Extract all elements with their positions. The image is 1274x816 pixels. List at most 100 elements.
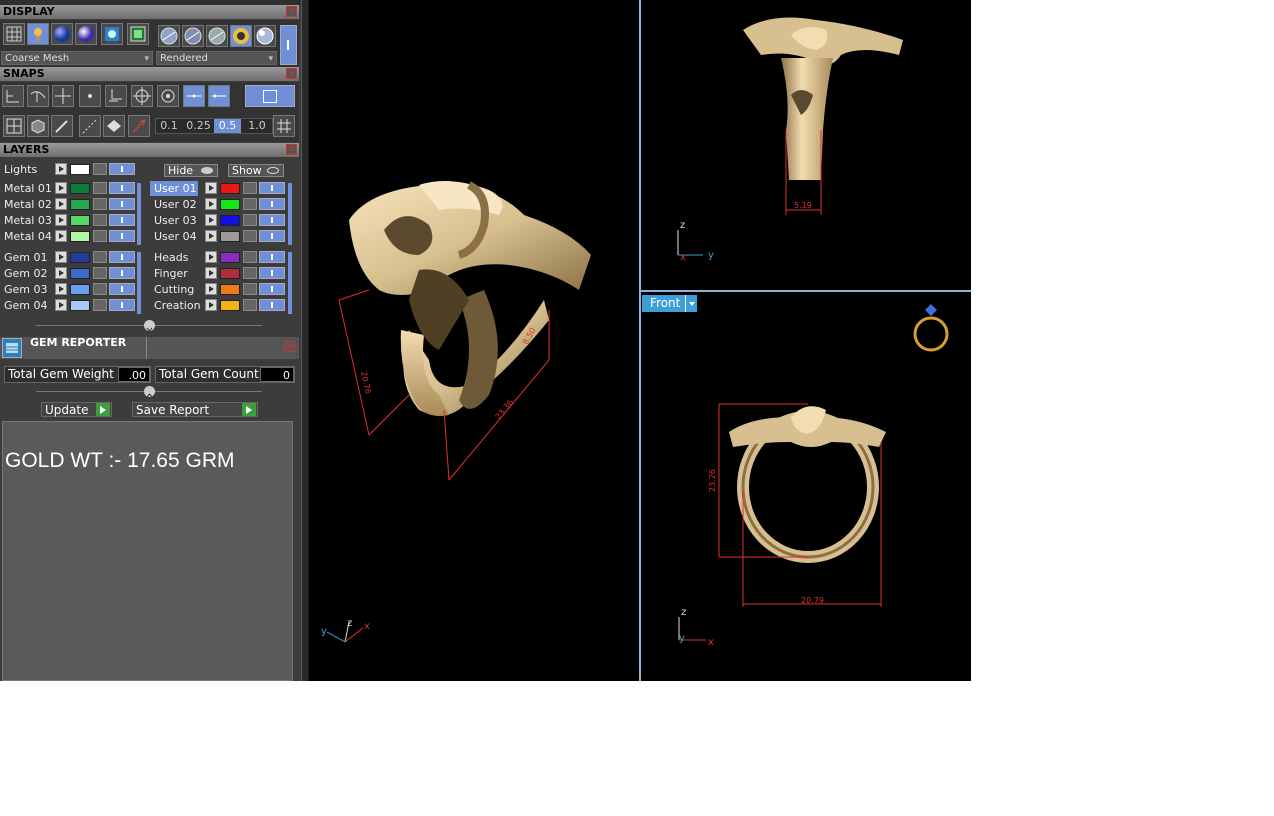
- reflection-sphere-icon[interactable]: [254, 25, 276, 47]
- layer-row[interactable]: User 03: [150, 213, 285, 228]
- mesh-dropdown[interactable]: Coarse Mesh: [1, 51, 153, 66]
- layer-expand-icon[interactable]: [55, 182, 67, 194]
- layer-color-swatch[interactable]: [70, 268, 90, 279]
- layer-row[interactable]: Metal 02: [0, 197, 135, 212]
- front-view-tab[interactable]: Front: [642, 295, 697, 312]
- layer-row[interactable]: Gem 02: [0, 266, 135, 281]
- perspective-viewport[interactable]: 20.76 23.36 8.50 y z x: [309, 0, 639, 681]
- layer-lock-icon[interactable]: [93, 251, 107, 263]
- layer-color-swatch[interactable]: [220, 183, 240, 194]
- cube-icon[interactable]: [27, 115, 49, 137]
- layer-row[interactable]: Gem 01: [0, 250, 135, 265]
- layer-row[interactable]: User 01: [150, 181, 285, 196]
- save-report-button[interactable]: Save Report: [132, 402, 258, 417]
- layer-visibility-toggle[interactable]: [109, 299, 135, 311]
- layer-visibility-toggle[interactable]: [259, 299, 285, 311]
- increment-0-25[interactable]: 0.25: [184, 119, 213, 133]
- render-dropdown[interactable]: Rendered: [156, 51, 277, 66]
- layer-expand-icon[interactable]: [205, 267, 217, 279]
- layer-expand-icon[interactable]: [55, 267, 67, 279]
- snaps-close-icon[interactable]: ✕: [286, 68, 297, 79]
- view-dropdown-chevron-icon[interactable]: [685, 295, 698, 312]
- layer-lock-icon[interactable]: [243, 267, 257, 279]
- layer-color-swatch[interactable]: [220, 252, 240, 263]
- glossy-sphere-icon[interactable]: [75, 23, 97, 45]
- pointer-icon[interactable]: [128, 115, 150, 137]
- layer-color-swatch[interactable]: [220, 199, 240, 210]
- layer-color-swatch[interactable]: [220, 300, 240, 311]
- layer-visibility-toggle[interactable]: [259, 214, 285, 226]
- total-gem-count-value[interactable]: 0: [260, 367, 294, 382]
- layer-color-swatch[interactable]: [220, 231, 240, 242]
- pencil-icon[interactable]: [51, 115, 73, 137]
- layer-expand-icon[interactable]: [205, 198, 217, 210]
- layer-color-swatch[interactable]: [70, 215, 90, 226]
- layer-row[interactable]: Finger: [150, 266, 285, 281]
- layer-lock-icon[interactable]: [93, 198, 107, 210]
- snap-circle-icon[interactable]: [157, 85, 179, 107]
- layer-expand-icon[interactable]: [55, 198, 67, 210]
- layer-lock-icon[interactable]: [243, 182, 257, 194]
- material-sphere-3-icon[interactable]: [206, 25, 228, 47]
- special-scrollbar[interactable]: [288, 252, 292, 314]
- shaded-sphere-icon[interactable]: [51, 23, 73, 45]
- metals-scrollbar[interactable]: [137, 183, 141, 245]
- layer-row[interactable]: Cutting: [150, 282, 285, 297]
- layer-visibility-toggle[interactable]: [109, 230, 135, 242]
- layer-expand-icon[interactable]: [205, 230, 217, 242]
- texture-icon[interactable]: [127, 23, 149, 45]
- layer-color-swatch[interactable]: [220, 215, 240, 226]
- snap-curve-icon[interactable]: [27, 85, 49, 107]
- layer-color-swatch[interactable]: [70, 183, 90, 194]
- snap-toggle-button[interactable]: [245, 85, 295, 107]
- lights-color-swatch[interactable]: [70, 164, 90, 175]
- layer-row[interactable]: User 04: [150, 229, 285, 244]
- layer-visibility-toggle[interactable]: [109, 182, 135, 194]
- layer-expand-icon[interactable]: [205, 251, 217, 263]
- increment-0-5[interactable]: 0.5: [214, 119, 241, 133]
- layer-visibility-toggle[interactable]: [259, 283, 285, 295]
- side-viewport[interactable]: 5.19 z x y: [641, 0, 971, 290]
- grid-snap-icon[interactable]: [273, 115, 295, 137]
- layer-visibility-toggle[interactable]: [259, 198, 285, 210]
- layer-lock-icon[interactable]: [93, 283, 107, 295]
- snap-cross-icon[interactable]: [52, 85, 74, 107]
- gem-reporter-close-icon[interactable]: ✕: [284, 341, 295, 352]
- environment-icon[interactable]: [101, 23, 123, 45]
- layer-color-swatch[interactable]: [70, 199, 90, 210]
- layer-visibility-toggle[interactable]: [259, 267, 285, 279]
- layer-expand-icon[interactable]: [55, 283, 67, 295]
- layer-visibility-toggle[interactable]: [259, 251, 285, 263]
- layer-visibility-toggle[interactable]: [259, 230, 285, 242]
- light-bulb-icon[interactable]: [27, 23, 49, 45]
- layer-row[interactable]: Metal 01: [0, 181, 135, 196]
- layer-lock-icon[interactable]: [93, 267, 107, 279]
- panel-splitter[interactable]: [301, 0, 308, 681]
- layers-close-icon[interactable]: ✕: [286, 144, 297, 155]
- layer-expand-icon[interactable]: [205, 299, 217, 311]
- report-text-area[interactable]: GOLD WT :- 17.65 GRM: [2, 421, 293, 681]
- snap-end-icon[interactable]: [105, 85, 127, 107]
- layer-color-swatch[interactable]: [70, 252, 90, 263]
- layer-color-swatch[interactable]: [220, 268, 240, 279]
- increment-1-0[interactable]: 1.0: [243, 119, 271, 133]
- layer-lock-icon[interactable]: [243, 214, 257, 226]
- layer-expand-icon[interactable]: [205, 182, 217, 194]
- collapse-down-icon[interactable]: [144, 320, 155, 332]
- layer-color-swatch[interactable]: [70, 300, 90, 311]
- material-sphere-2-icon[interactable]: [182, 25, 204, 47]
- grid-plane-icon[interactable]: [3, 115, 25, 137]
- material-sphere-1-icon[interactable]: [158, 25, 180, 47]
- layer-lock-icon[interactable]: [243, 251, 257, 263]
- users-scrollbar[interactable]: [288, 183, 292, 245]
- lights-visibility-toggle[interactable]: [109, 163, 135, 175]
- hide-button[interactable]: Hide: [164, 164, 218, 177]
- measure-icon[interactable]: [79, 115, 101, 137]
- layer-lock-icon[interactable]: [243, 299, 257, 311]
- layer-visibility-toggle[interactable]: [259, 182, 285, 194]
- layer-row[interactable]: Creation: [150, 298, 285, 313]
- snap-line-icon[interactable]: [208, 85, 230, 107]
- layer-color-swatch[interactable]: [70, 231, 90, 242]
- layer-expand-icon[interactable]: [55, 214, 67, 226]
- layer-expand-icon[interactable]: [205, 283, 217, 295]
